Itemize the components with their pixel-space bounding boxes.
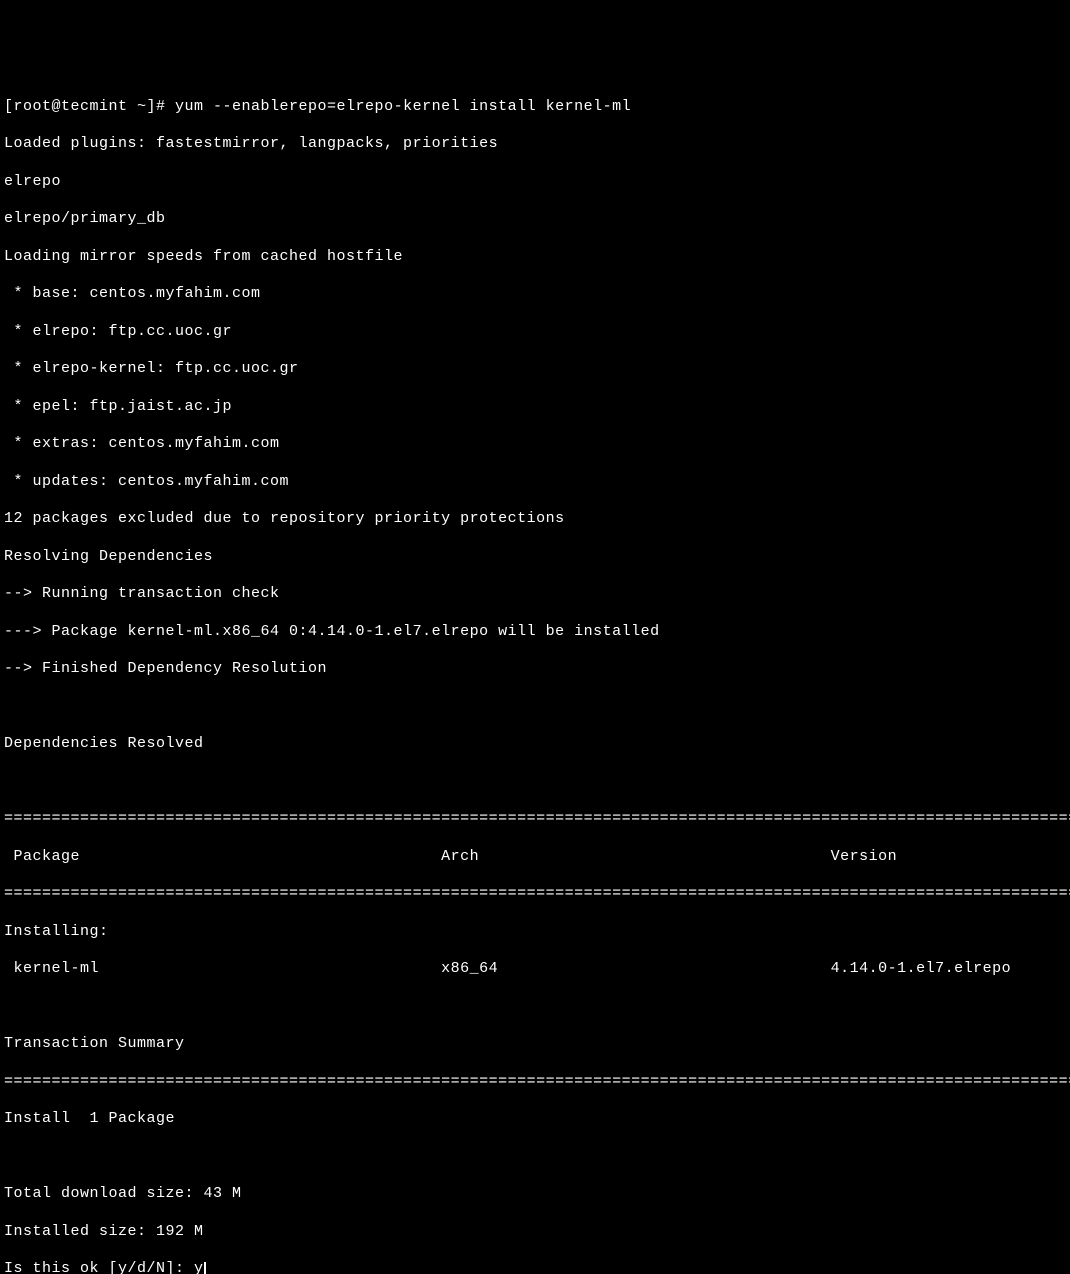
mirror-line: * extras: centos.myfahim.com	[4, 435, 1066, 454]
table-header: Package Arch Version	[4, 848, 1066, 867]
confirm-input[interactable]: y	[194, 1260, 204, 1274]
prompt-line: [root@tecmint ~]# yum --enablerepo=elrep…	[4, 98, 1066, 117]
cursor-icon	[204, 1262, 206, 1274]
row-arch: x86_64	[441, 960, 498, 977]
mirror-line: * updates: centos.myfahim.com	[4, 473, 1066, 492]
header-arch: Arch	[441, 848, 479, 865]
output-line: Install 1 Package	[4, 1110, 1066, 1129]
output-line: Installed size: 192 M	[4, 1223, 1066, 1242]
output-line: elrepo	[4, 173, 1066, 192]
output-line: --> Finished Dependency Resolution	[4, 660, 1066, 679]
command-text: yum --enablerepo=elrepo-kernel install k…	[175, 98, 631, 115]
mirror-line: * epel: ftp.jaist.ac.jp	[4, 398, 1066, 417]
header-version: Version	[831, 848, 898, 865]
output-line: Resolving Dependencies	[4, 548, 1066, 567]
output-line: --> Running transaction check	[4, 585, 1066, 604]
blank-line	[4, 1148, 1066, 1167]
blank-line	[4, 998, 1066, 1017]
output-line: Installing:	[4, 923, 1066, 942]
row-version: 4.14.0-1.el7.elrepo	[831, 960, 1012, 977]
output-line: ---> Package kernel-ml.x86_64 0:4.14.0-1…	[4, 623, 1066, 642]
confirm-prompt: Is this ok [y/d/N]:	[4, 1260, 194, 1274]
separator-line: ========================================…	[4, 1073, 1066, 1092]
row-package: kernel-ml	[4, 960, 99, 977]
mirror-line: * elrepo: ftp.cc.uoc.gr	[4, 323, 1066, 342]
output-line: Transaction Summary	[4, 1035, 1066, 1054]
output-line: Loading mirror speeds from cached hostfi…	[4, 248, 1066, 267]
terminal-output[interactable]: [root@tecmint ~]# yum --enablerepo=elrep…	[4, 79, 1066, 1274]
shell-prompt: [root@tecmint ~]#	[4, 98, 175, 115]
output-line: 12 packages excluded due to repository p…	[4, 510, 1066, 529]
output-line: elrepo/primary_db	[4, 210, 1066, 229]
separator-line: ========================================…	[4, 810, 1066, 829]
confirm-line: Is this ok [y/d/N]: y	[4, 1260, 1066, 1274]
header-package: Package	[4, 848, 80, 865]
blank-line	[4, 698, 1066, 717]
mirror-line: * base: centos.myfahim.com	[4, 285, 1066, 304]
mirror-line: * elrepo-kernel: ftp.cc.uoc.gr	[4, 360, 1066, 379]
output-line: Dependencies Resolved	[4, 735, 1066, 754]
blank-line	[4, 773, 1066, 792]
separator-line: ========================================…	[4, 885, 1066, 904]
output-line: Total download size: 43 M	[4, 1185, 1066, 1204]
output-line: Loaded plugins: fastestmirror, langpacks…	[4, 135, 1066, 154]
table-row: kernel-ml x86_64 4.14.0-1.el7.elrepo	[4, 960, 1066, 979]
